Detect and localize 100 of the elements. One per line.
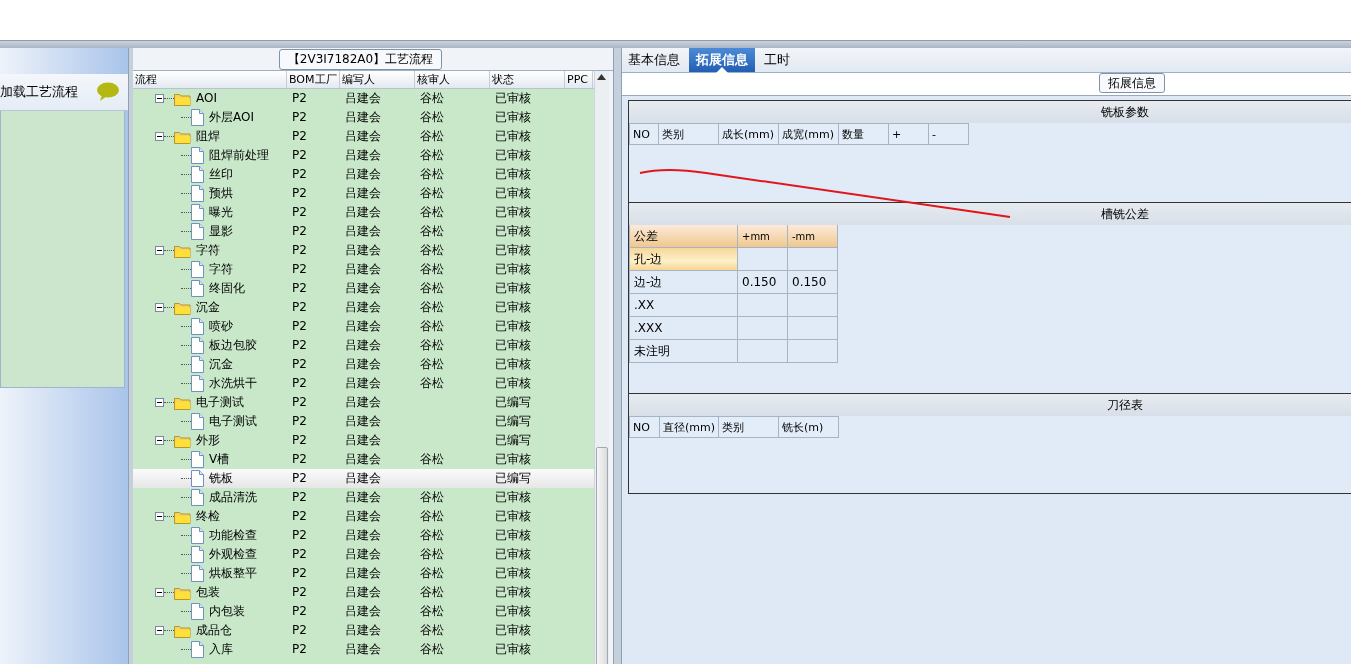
node-label: 入库 [208,641,233,658]
scrollbar[interactable] [594,71,609,664]
scroll-up-icon[interactable] [597,74,606,80]
tree-row[interactable]: 外层AOI P2 吕建会 谷松 已审核 [133,108,594,127]
table-cell-text: 谷松 [419,623,444,637]
node-label: 功能检查 [208,527,257,544]
table-cell-text: 吕建会 [344,205,381,219]
tree-row[interactable]: 成品仓 P2 吕建会 谷松 已审核 [133,621,594,640]
tree-row[interactable]: AOI P2 吕建会 谷松 已审核 [133,89,594,108]
tree-row[interactable]: 沉金 P2 吕建会 谷松 已审核 [133,355,594,374]
tree-row[interactable]: 外观检查 P2 吕建会 谷松 已审核 [133,545,594,564]
collapse-icon[interactable] [155,436,164,445]
section-title: 铣板参数 [629,101,1351,123]
table-cell[interactable] [738,317,788,340]
tree-row[interactable]: 阻焊 P2 吕建会 谷松 已审核 [133,127,594,146]
collapse-icon[interactable] [155,512,164,521]
collapse-icon[interactable] [155,246,164,255]
tree-row[interactable]: 电子测试 P2 吕建会 已编写 [133,412,594,431]
group-title: 拓展信息 [1099,73,1165,93]
row-header[interactable]: 孔-边 [630,248,738,271]
tree-row[interactable]: 字符 P2 吕建会 谷松 已审核 [133,241,594,260]
row-header[interactable]: 边-边 [630,271,738,294]
tree-row[interactable]: 沉金 P2 吕建会 谷松 已审核 [133,298,594,317]
collapse-icon[interactable] [155,588,164,597]
tree-row[interactable]: 包装 P2 吕建会 谷松 已审核 [133,583,594,602]
tree-row[interactable]: 字符 P2 吕建会 谷松 已审核 [133,260,594,279]
table-cell-text: 谷松 [419,490,444,504]
tree-row[interactable]: 电子测试 P2 吕建会 已编写 [133,393,594,412]
splitter-bar[interactable] [0,40,1351,48]
column-header[interactable]: 核审人 [415,71,490,88]
column-header[interactable]: BOM工厂 [287,71,340,88]
node-label: 包装 [195,584,220,601]
table-cell-text: 已审核 [494,148,531,162]
table-cell[interactable]: 0.150 [738,271,788,294]
document-icon [191,603,204,620]
table-cell[interactable] [738,340,788,363]
table-cell-text: P2 [291,642,307,656]
table-cell-text: 谷松 [419,186,444,200]
tab[interactable]: 拓展信息 [689,48,755,72]
table-cell-text: 谷松 [419,319,444,333]
column-header[interactable]: 编写人 [340,71,415,88]
table-cell-text: 已审核 [494,585,531,599]
table-cell-text: P2 [291,243,307,257]
tree-row[interactable]: 板边包胶 P2 吕建会 谷松 已审核 [133,336,594,355]
table-cell[interactable] [788,317,838,340]
tree-row[interactable]: 喷砂 P2 吕建会 谷松 已审核 [133,317,594,336]
document-icon [191,413,204,430]
table-cell[interactable] [788,294,838,317]
table-cell[interactable] [788,340,838,363]
tree-row[interactable]: 阻焊前处理 P2 吕建会 谷松 已审核 [133,146,594,165]
collapse-icon[interactable] [155,626,164,635]
table-cell-text: 谷松 [419,338,444,352]
folder-icon [174,509,191,524]
tree-row[interactable]: 水洗烘干 P2 吕建会 谷松 已审核 [133,374,594,393]
splitter-bar[interactable] [128,48,133,664]
table-cell[interactable] [738,248,788,271]
collapse-icon[interactable] [155,94,164,103]
table-cell-text: P2 [291,357,307,371]
row-header[interactable]: 未注明 [630,340,738,363]
tree-row[interactable]: 终检 P2 吕建会 谷松 已审核 [133,507,594,526]
tree-row[interactable]: 烘板整平 P2 吕建会 谷松 已审核 [133,564,594,583]
table-cell-text: 已审核 [494,528,531,542]
tree-row[interactable]: 成品清洗 P2 吕建会 谷松 已审核 [133,488,594,507]
table-cell-text: 吕建会 [344,357,381,371]
collapse-icon[interactable] [155,132,164,141]
table-cell[interactable] [788,248,838,271]
column-header[interactable]: PPC [565,71,593,88]
table-cell-text: 吕建会 [344,319,381,333]
table-cell-text: 吕建会 [344,224,381,238]
tree-row[interactable]: 预烘 P2 吕建会 谷松 已审核 [133,184,594,203]
table-cell-text: 谷松 [419,509,444,523]
tree-row[interactable]: 终固化 P2 吕建会 谷松 已审核 [133,279,594,298]
tree-row[interactable]: 入库 P2 吕建会 谷松 已审核 [133,640,594,659]
tree-row[interactable]: 外形 P2 吕建会 已编写 [133,431,594,450]
column-header[interactable]: 状态 [490,71,565,88]
row-header[interactable]: .XX [630,294,738,317]
row-header[interactable]: .XXX [630,317,738,340]
node-label: 电子测试 [208,413,257,430]
table-cell[interactable]: 0.150 [788,271,838,294]
tree-row[interactable]: 曝光 P2 吕建会 谷松 已审核 [133,203,594,222]
tree-row[interactable]: 丝印 P2 吕建会 谷松 已审核 [133,165,594,184]
tree-row[interactable]: 内包装 P2 吕建会 谷松 已审核 [133,602,594,621]
splitter-bar[interactable] [613,48,622,664]
tab[interactable]: 基本信息 [623,48,685,72]
collapse-icon[interactable] [155,398,164,407]
table-cell[interactable] [738,294,788,317]
table-cell-text: 谷松 [419,376,444,390]
node-label: 内包装 [208,603,245,620]
tab[interactable]: 工时 [759,48,795,72]
column-header: - [929,123,969,145]
table-cell-text: P2 [291,509,307,523]
collapse-icon[interactable] [155,303,164,312]
table-cell-text: 已审核 [494,167,531,181]
tree-row[interactable]: 显影 P2 吕建会 谷松 已审核 [133,222,594,241]
table-cell-text: 吕建会 [344,490,381,504]
tree-row[interactable]: 铣板 P2 吕建会 已编写 [133,469,594,488]
tree-row[interactable]: V槽 P2 吕建会 谷松 已审核 [133,450,594,469]
column-header[interactable]: 流程 [133,71,287,88]
tree-row[interactable]: 功能检查 P2 吕建会 谷松 已审核 [133,526,594,545]
scroll-thumb[interactable] [596,447,608,664]
